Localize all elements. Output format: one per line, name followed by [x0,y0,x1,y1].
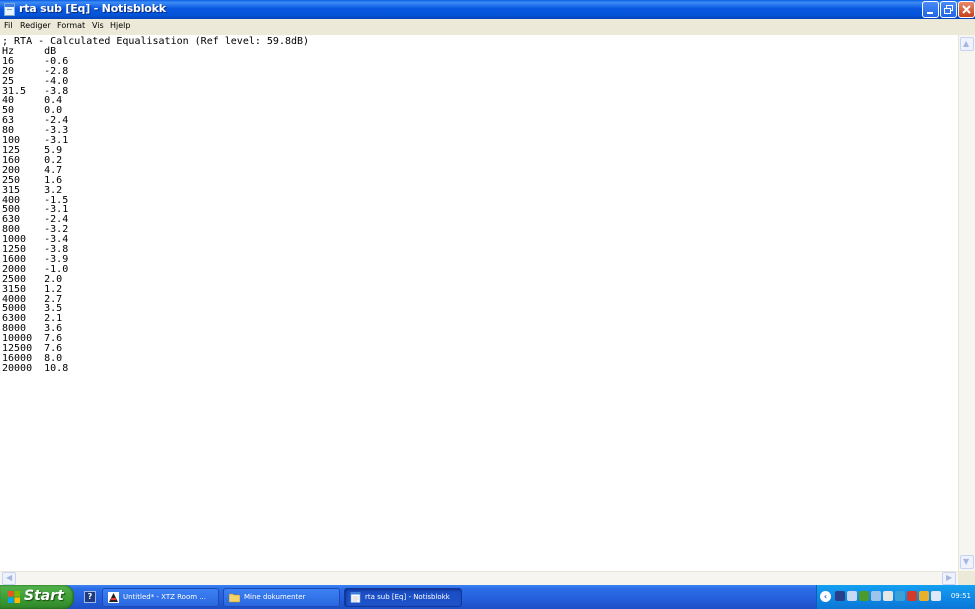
xtz-room-icon [108,592,119,603]
title-bar[interactable]: rta sub [Eq] - Notisblokk [0,0,975,19]
size-grip[interactable] [958,571,975,585]
menu-fil[interactable]: Fil [4,21,12,30]
task-label: rta sub [Eq] - Notisblokk [365,593,450,601]
update-icon[interactable] [919,591,929,601]
start-button[interactable]: Start [0,585,74,609]
clock: 09:51 [950,592,971,600]
task-label: Mine dokumenter [244,593,306,601]
display-icon[interactable] [883,591,893,601]
scroll-down-button[interactable]: ▼ [960,555,974,569]
notepad-icon [350,592,361,603]
notepad-icon[interactable] [4,3,15,16]
system-tray: ‹ 09:51 [816,585,975,609]
document-text[interactable]: ; RTA - Calculated Equalisation (Ref lev… [2,37,309,374]
arrow-down-icon: ▼ [963,557,970,566]
arrow-up-icon: ▲ [963,39,970,48]
security-icon[interactable] [859,591,869,601]
horizontal-scrollbar[interactable]: ◀ ▶ [0,571,958,585]
arrow-left-icon: ◀ [6,573,13,582]
folder-icon [229,593,240,603]
monitor-icon[interactable] [931,591,941,601]
menu-format[interactable]: Format [57,21,85,30]
sync-icon[interactable] [895,591,905,601]
chevron-left-icon[interactable]: ‹ [820,591,831,602]
maximize-button[interactable] [940,1,957,18]
start-label: Start [24,588,64,604]
wifi-icon[interactable] [871,591,881,601]
volume-icon[interactable] [847,591,857,601]
help-icon[interactable]: ? [84,591,96,603]
menu-vis[interactable]: Vis [92,21,104,30]
close-icon [962,5,971,14]
alert-icon[interactable] [907,591,917,601]
taskbar-button-notepad[interactable]: rta sub [Eq] - Notisblokk [344,588,462,607]
window-title: rta sub [Eq] - Notisblokk [19,2,166,15]
minimize-icon [927,12,933,14]
network-icon[interactable] [835,591,845,601]
scroll-left-button[interactable]: ◀ [2,572,16,585]
minimize-button[interactable] [922,1,939,18]
taskbar: Start ? Untitled* - XTZ Room ... Mine do… [0,585,975,609]
restore-icon [944,5,953,14]
taskbar-button-mine-dokumenter[interactable]: Mine dokumenter [223,588,340,607]
menu-bar: Fil Rediger Format Vis Hjelp [0,19,975,36]
arrow-right-icon: ▶ [946,573,953,582]
windows-logo-icon [8,591,20,603]
scroll-right-button[interactable]: ▶ [942,572,956,585]
taskbar-button-xtz-room[interactable]: Untitled* - XTZ Room ... [102,588,219,607]
menu-hjelp[interactable]: Hjelp [110,21,130,30]
vertical-scrollbar[interactable]: ▲ ▼ [958,35,975,571]
menu-rediger[interactable]: Rediger [20,21,51,30]
text-editor[interactable]: ; RTA - Calculated Equalisation (Ref lev… [0,35,958,571]
scroll-up-button[interactable]: ▲ [960,37,974,51]
close-button[interactable] [958,1,975,18]
task-label: Untitled* - XTZ Room ... [123,593,206,601]
